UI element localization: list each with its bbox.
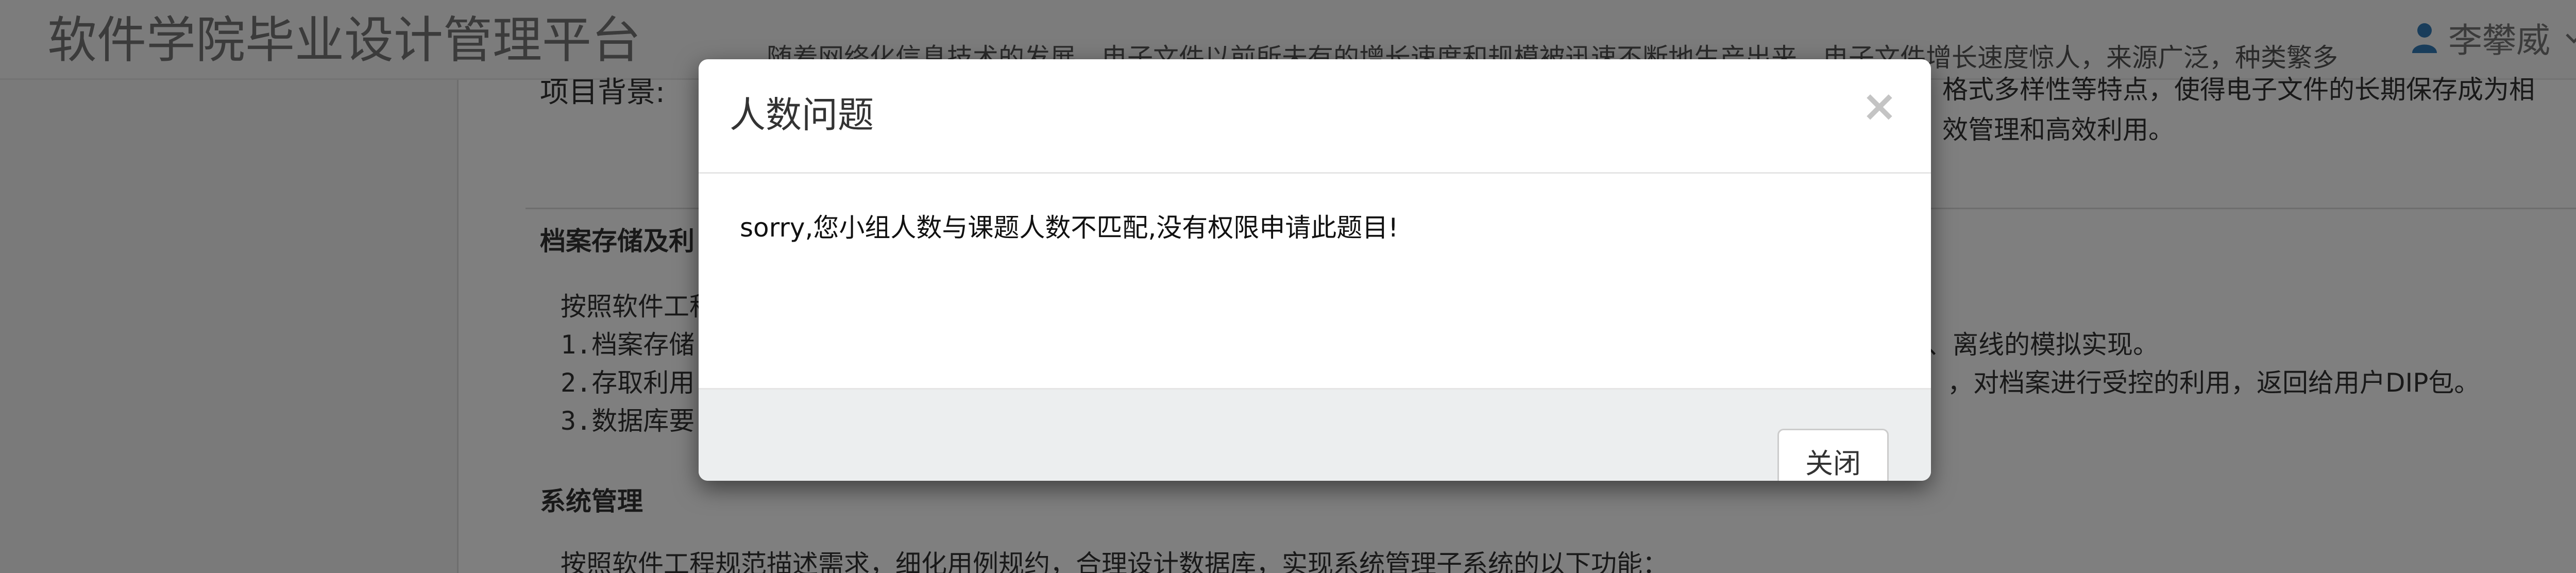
modal-title: 人数问题 (730, 94, 874, 136)
modal-header: 人数问题 × (699, 59, 1931, 174)
close-icon[interactable]: × (1859, 84, 1900, 127)
modal-message: sorry,您小组人数与课题人数不匹配,没有权限申请此题目! (740, 213, 1399, 243)
alert-modal: 人数问题 × sorry,您小组人数与课题人数不匹配,没有权限申请此题目! 关闭 (699, 59, 1931, 481)
close-button[interactable]: 关闭 (1777, 429, 1889, 481)
modal-footer: 关闭 (699, 388, 1931, 481)
page: 软件学院毕业设计管理平台 李攀威 随着网络化信息技术的发展，电子文件以前所未有的… (0, 0, 2576, 573)
modal-body: sorry,您小组人数与课题人数不匹配,没有权限申请此题目! (699, 174, 1931, 388)
